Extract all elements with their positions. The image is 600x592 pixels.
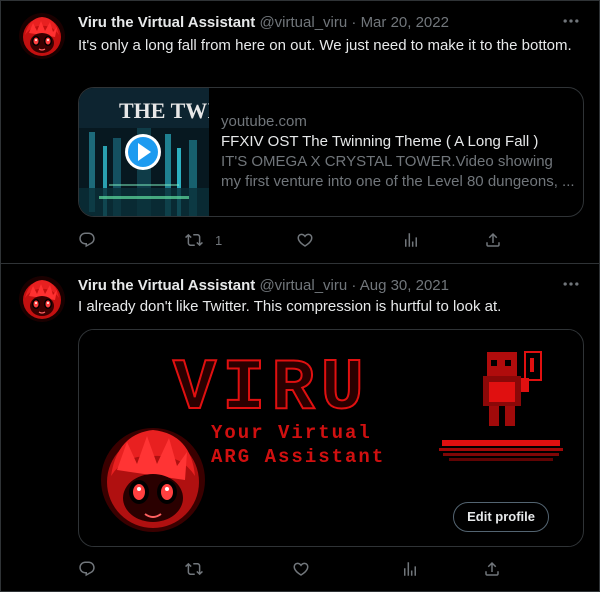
banner-subtitle-2: ARG Assistant [211,446,385,468]
card-title: FFXIV OST The Twinning Theme ( A Long Fa… [221,133,539,150]
tweet-header: Viru the Virtual Assistant @virtual_viru… [78,14,449,32]
reply-icon [78,560,96,578]
share-icon [483,560,501,578]
separator: · [351,277,357,294]
more-icon[interactable] [561,274,581,294]
retweet-count: 1 [215,232,223,248]
retweet-icon [185,560,203,578]
reply-button[interactable] [78,559,108,579]
retweet-button[interactable] [185,559,215,579]
like-icon [292,560,310,578]
tweet[interactable]: Viru the Virtual Assistant @virtual_viru… [1,264,599,591]
author-handle[interactable]: @virtual_viru [259,14,347,31]
banner-avatar [101,428,205,532]
views-button[interactable] [402,230,432,250]
author-name[interactable]: Viru the Virtual Assistant [78,277,255,294]
link-card[interactable]: THE TWIN youtube.com FFXIV OST The Twinn… [78,87,584,217]
share-button[interactable] [483,559,501,579]
author-handle[interactable]: @virtual_viru [259,277,347,294]
tweet-header: Viru the Virtual Assistant @virtual_viru… [78,277,449,295]
reply-icon [78,231,96,249]
more-icon[interactable] [561,11,581,31]
retweet-button[interactable]: 1 [185,230,222,250]
views-icon [402,231,420,249]
edit-profile-button[interactable]: Edit profile [453,502,549,532]
tweet-actions [78,559,508,579]
tweet-text: I already don't like Twitter. This compr… [78,298,502,315]
tweet-text: It's only a long fall from here on out. … [78,37,572,54]
tweet-date[interactable]: Mar 20, 2022 [361,14,449,31]
separator: · [351,14,357,31]
tweet-actions: 1 [78,230,508,250]
author-name[interactable]: Viru the Virtual Assistant [78,14,255,31]
retweet-icon [185,231,203,249]
like-icon [296,231,314,249]
reply-button[interactable] [78,230,108,250]
views-icon [401,560,419,578]
avatar[interactable] [19,276,65,322]
views-button[interactable] [401,559,431,579]
media-image[interactable]: VIRU Your Virtual ARG Assistant Edit pro… [78,329,584,547]
thumbnail-title: THE TWIN [119,98,209,123]
card-description: IT'S OMEGA X CRYSTAL TOWER.Video showing… [221,153,575,190]
video-thumbnail[interactable]: THE TWIN [79,88,209,216]
like-button[interactable] [296,230,326,250]
banner-subtitle-1: Your Virtual [211,422,372,444]
tweet[interactable]: Viru the Virtual Assistant @virtual_viru… [1,1,599,263]
share-icon [484,231,502,249]
avatar[interactable] [19,13,65,59]
card-domain: youtube.com [221,113,307,130]
share-button[interactable] [484,230,502,250]
card-info: youtube.com FFXIV OST The Twinning Theme… [221,112,577,192]
banner-title: VIRU [173,348,370,430]
tweet-date[interactable]: Aug 30, 2021 [360,277,449,294]
like-button[interactable] [292,559,322,579]
